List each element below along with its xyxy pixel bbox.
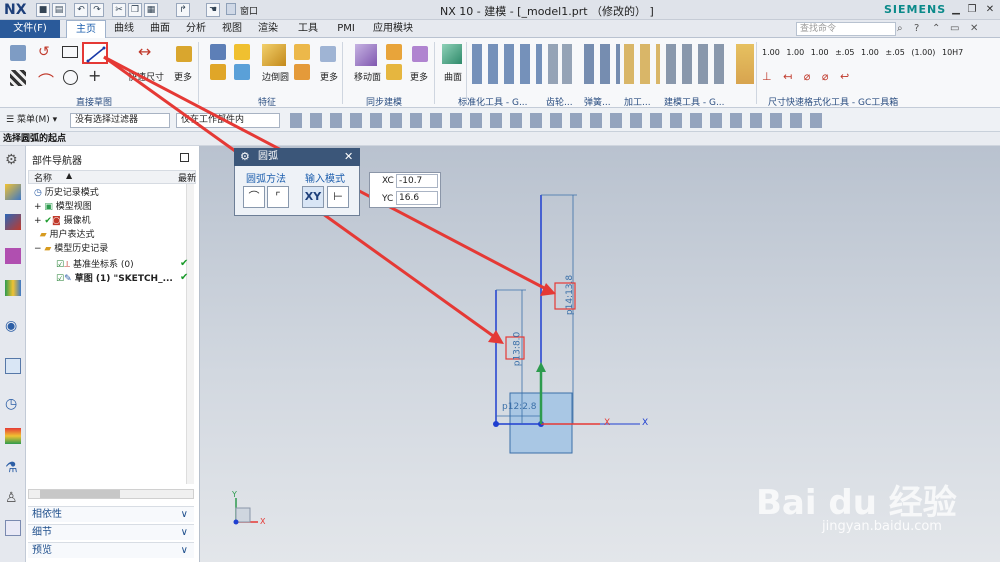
triad-x-label: X — [260, 517, 266, 526]
yc-label: YC — [382, 194, 394, 204]
close-dialog-icon[interactable]: ✕ — [344, 150, 353, 163]
annotation-arrowhead — [488, 330, 504, 344]
watermark-url: jingyan.baidu.com — [822, 519, 942, 534]
wcs-x-label: X — [604, 418, 611, 428]
triad-plane — [235, 507, 251, 523]
arc-method-label: 圆弧方法 — [246, 174, 286, 185]
gear-icon[interactable]: ⚙ — [240, 150, 250, 163]
dimension-label-p12[interactable]: p12:2.8 — [502, 402, 537, 412]
abs-x-label: X — [642, 418, 649, 428]
yc-input[interactable]: 16.6 — [396, 191, 438, 205]
wcs-y-arrow — [536, 362, 546, 372]
center-endpoint-arc-button[interactable]: ⌜ — [267, 186, 289, 208]
arc-dialog-title: 圆弧 — [234, 148, 360, 166]
watermark-logo: Bai du 经验 — [756, 483, 957, 523]
input-mode-label: 输入模式 — [305, 174, 345, 185]
sketch-point — [493, 421, 499, 427]
three-point-arc-button[interactable]: ⌒ — [243, 186, 265, 208]
xy-input-button[interactable]: XY — [302, 186, 324, 208]
dimension-label-p13[interactable]: p13:8.0 — [512, 332, 522, 367]
dimension-label-p14[interactable]: p14:13.8 — [565, 275, 575, 315]
triad-y-label: Y — [232, 490, 237, 499]
xc-input[interactable]: -10.7 — [396, 174, 438, 188]
parameter-mode-button[interactable]: ⊢ — [327, 186, 349, 208]
xc-label: XC — [382, 176, 394, 186]
annotation-arrowhead — [540, 283, 556, 296]
triad-origin — [233, 519, 239, 525]
